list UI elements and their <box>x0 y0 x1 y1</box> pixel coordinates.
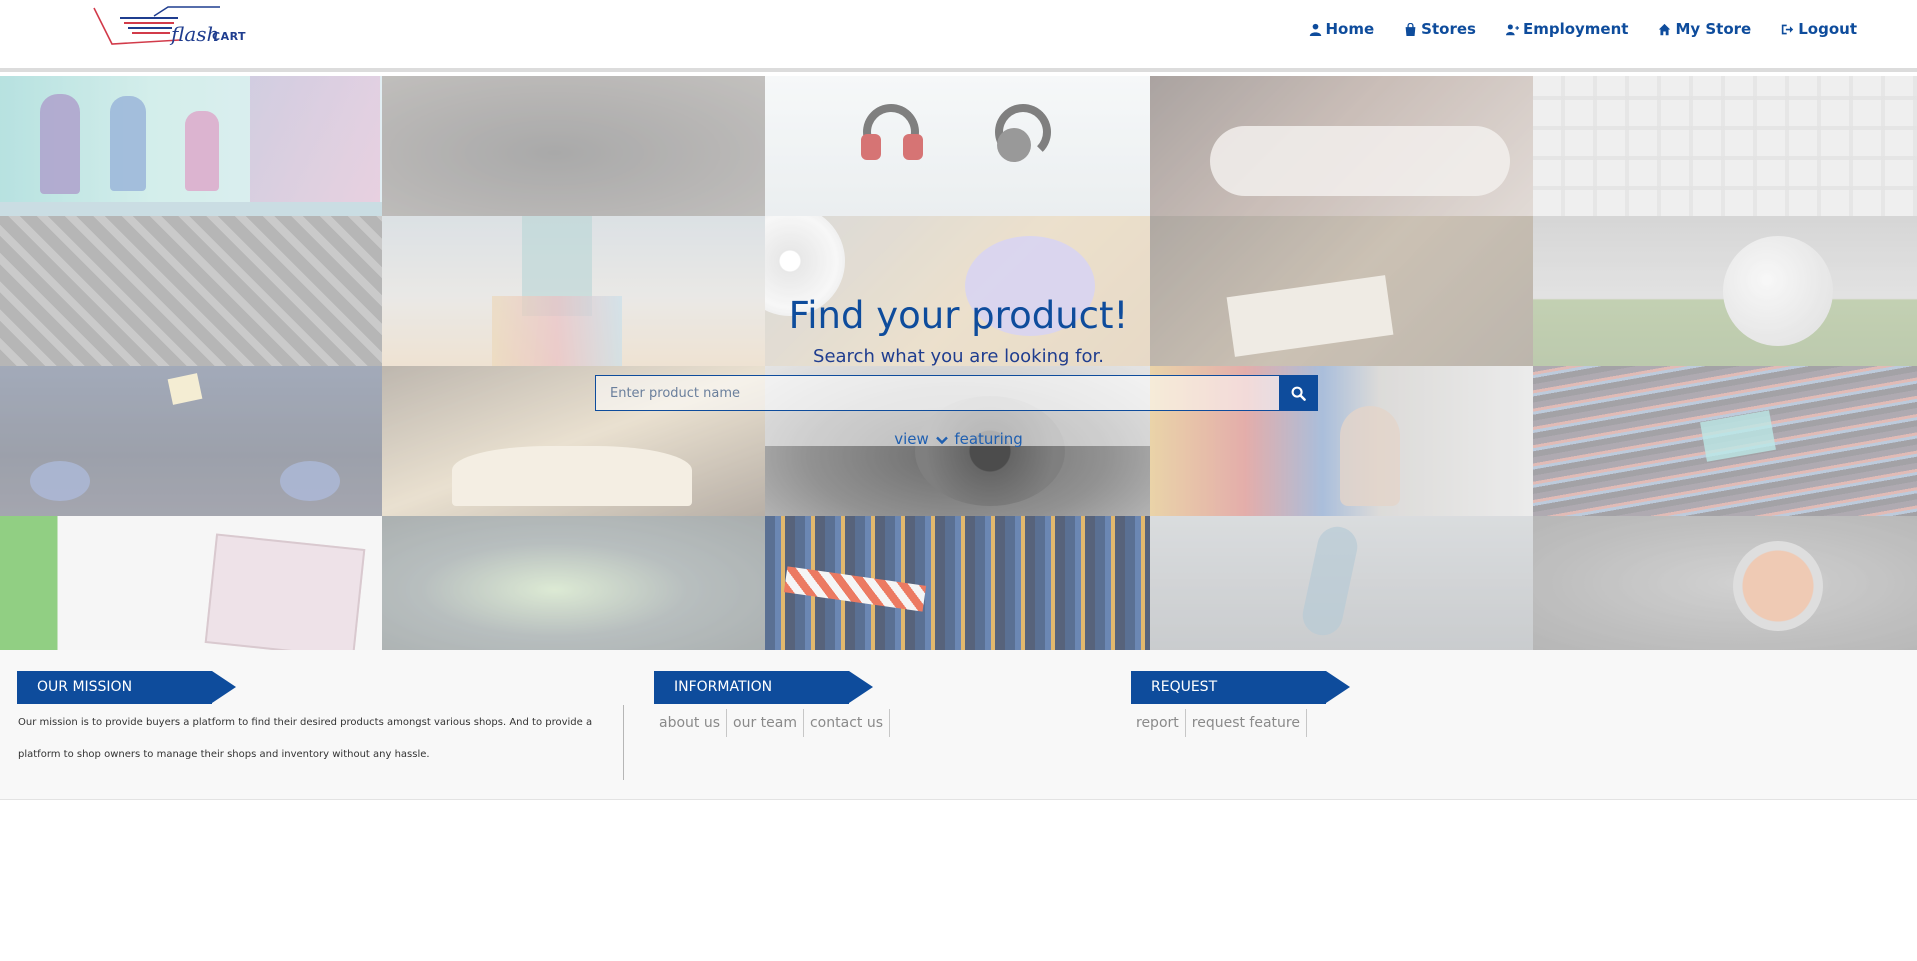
link-our-team[interactable]: our team <box>727 709 804 737</box>
nav-home[interactable]: Home <box>1309 20 1375 38</box>
footer: OUR MISSION Our mission is to provide bu… <box>0 650 1917 800</box>
nav-logout[interactable]: Logout <box>1781 20 1857 38</box>
main-nav: Home Stores Employment My Store Logout <box>1309 20 1857 38</box>
request-heading: REQUEST <box>1131 671 1350 704</box>
home-icon <box>1659 23 1671 35</box>
featuring-label: featuring <box>954 430 1023 448</box>
information-heading: INFORMATION <box>654 671 873 704</box>
view-featuring-link[interactable]: view featuring <box>0 430 1917 448</box>
nav-logout-label: Logout <box>1798 20 1857 38</box>
nav-employment-label: Employment <box>1522 20 1629 38</box>
view-label: view <box>894 430 929 448</box>
hero-subtitle: Search what you are looking for. <box>813 346 1104 367</box>
brand-suffix: CART <box>212 30 247 43</box>
nav-stores[interactable]: Stores <box>1404 20 1476 38</box>
shopping-bag-icon <box>1405 22 1416 36</box>
search-input[interactable] <box>595 375 1279 411</box>
request-links: report request feature <box>1130 709 1307 737</box>
information-links: about us our team contact us <box>653 709 890 737</box>
mission-heading: OUR MISSION <box>17 671 236 704</box>
link-request-feature[interactable]: request feature <box>1186 709 1307 737</box>
user-icon <box>1309 23 1321 36</box>
nav-my-store[interactable]: My Store <box>1658 20 1751 38</box>
search-icon <box>1291 386 1306 401</box>
search-button[interactable] <box>1279 375 1318 411</box>
footer-divider <box>623 705 624 780</box>
search-bar <box>595 375 1318 411</box>
nav-employment[interactable]: Employment <box>1505 20 1629 38</box>
link-about-us[interactable]: about us <box>653 709 728 737</box>
nav-stores-label: Stores <box>1421 20 1476 38</box>
nav-home-label: Home <box>1325 20 1375 38</box>
nav-my-store-label: My Store <box>1675 20 1752 38</box>
hero-title: Find your product! <box>788 294 1129 337</box>
link-contact-us[interactable]: contact us <box>804 709 890 737</box>
link-report[interactable]: report <box>1130 709 1186 737</box>
mission-text: Our mission is to provide buyers a platf… <box>18 717 593 760</box>
sign-out-icon <box>1782 24 1794 34</box>
chevron-down-icon <box>935 436 948 444</box>
user-plus-icon <box>1505 23 1519 35</box>
navbar: flash CART Home Stores Employment My Sto… <box>0 0 1917 72</box>
